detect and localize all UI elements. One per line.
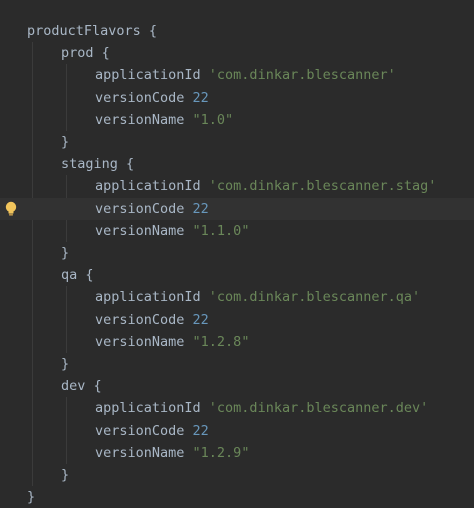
string-literal: "1.0": [192, 111, 234, 128]
code-line[interactable]: versionCode 22: [0, 309, 474, 331]
code-token: versionCode: [95, 311, 193, 328]
code-token: }: [61, 467, 70, 483]
code-line[interactable]: versionName "1.2.9": [0, 442, 474, 464]
number-literal: 22: [192, 311, 209, 328]
code-line[interactable]: applicationId 'com.dinkar.blescanner.sta…: [0, 175, 474, 197]
code-line[interactable]: versionName "1.1.0": [0, 220, 474, 242]
code-token: }: [61, 134, 70, 150]
code-token: applicationId: [95, 67, 209, 84]
code-token: versionName: [95, 111, 193, 128]
code-line[interactable]: }: [0, 464, 474, 486]
code-token: staging {: [61, 156, 135, 173]
string-literal: 'com.dinkar.blescanner': [208, 67, 396, 84]
code-token: versionName: [95, 222, 193, 239]
code-line[interactable]: }: [0, 131, 474, 153]
number-literal: 22: [192, 89, 209, 106]
string-literal: 'com.dinkar.blescanner.qa': [208, 289, 421, 306]
code-line[interactable]: applicationId 'com.dinkar.blescanner': [0, 64, 474, 86]
string-literal: 'com.dinkar.blescanner.dev': [208, 400, 429, 417]
code-line[interactable]: versionName "1.2.8": [0, 331, 474, 353]
number-literal: 22: [192, 200, 209, 217]
code-line[interactable]: versionName "1.0": [0, 109, 474, 131]
code-line[interactable]: applicationId 'com.dinkar.blescanner.dev…: [0, 397, 474, 419]
number-literal: 22: [192, 422, 209, 439]
code-line[interactable]: staging {: [0, 153, 474, 175]
code-line[interactable]: versionCode 22: [0, 87, 474, 109]
code-line[interactable]: prod {: [0, 42, 474, 64]
code-line[interactable]: versionCode 22: [0, 420, 474, 442]
code-token: versionCode: [95, 89, 193, 106]
code-line[interactable]: applicationId 'com.dinkar.blescanner.qa': [0, 286, 474, 308]
code-token: }: [27, 489, 36, 506]
code-token: }: [61, 356, 70, 372]
code-line[interactable]: }: [0, 486, 474, 508]
code-token: applicationId: [95, 178, 209, 195]
string-literal: "1.2.9": [192, 444, 250, 461]
code-line-current[interactable]: versionCode 22: [0, 197, 474, 220]
code-token: versionName: [95, 333, 193, 350]
code-token: versionCode: [95, 422, 193, 439]
code-line[interactable]: productFlavors {: [0, 20, 474, 42]
code-token: dev {: [61, 378, 102, 395]
code-token: applicationId: [95, 400, 209, 417]
code-line[interactable]: dev {: [0, 375, 474, 397]
code-token: versionName: [95, 444, 193, 461]
code-token: }: [61, 245, 70, 261]
code-token: versionCode: [95, 200, 193, 217]
lightbulb-icon[interactable]: [4, 201, 18, 217]
code-token: qa {: [61, 267, 94, 284]
string-literal: "1.2.8": [192, 333, 250, 350]
code-token: productFlavors {: [27, 23, 158, 39]
code-editor[interactable]: productFlavors { prod { applicationId 'com…: [0, 0, 474, 505]
code-token: applicationId: [95, 289, 209, 306]
code-line[interactable]: qa {: [0, 264, 474, 286]
code-token: prod {: [61, 45, 110, 62]
code-line[interactable]: }: [0, 242, 474, 264]
code-line[interactable]: }: [0, 353, 474, 375]
string-literal: "1.1.0": [192, 222, 250, 239]
string-literal: 'com.dinkar.blescanner.stag': [208, 178, 437, 195]
